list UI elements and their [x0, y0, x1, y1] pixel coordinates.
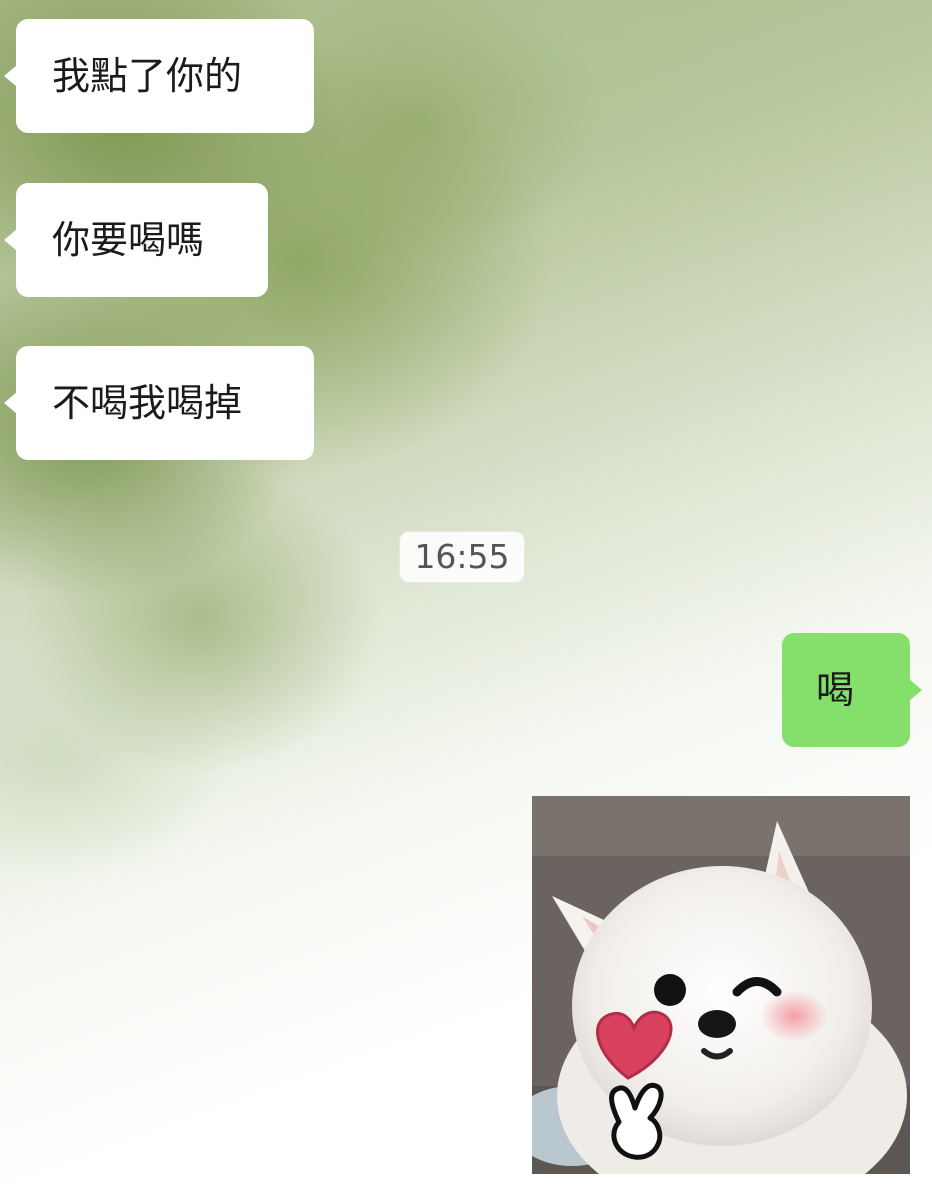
incoming-message-bubble[interactable]: 不喝我喝掉 [4, 346, 314, 460]
message-text: 喝 [816, 668, 855, 712]
chat-area[interactable]: 我點了你的 你要喝嗎 不喝我喝掉 16:55 喝 [0, 0, 932, 1200]
incoming-message-bubble[interactable]: 我點了你的 [4, 19, 314, 133]
message-timestamp: 16:55 [399, 531, 525, 583]
sticker-image [532, 796, 910, 1174]
message-text: 你要喝嗎 [52, 218, 205, 262]
dog-sticker-icon[interactable] [532, 796, 910, 1174]
message-text: 我點了你的 [52, 54, 243, 98]
outgoing-message-bubble[interactable]: 喝 [782, 633, 922, 747]
message-text: 不喝我喝掉 [52, 381, 243, 425]
incoming-message-bubble[interactable]: 你要喝嗎 [4, 183, 268, 297]
